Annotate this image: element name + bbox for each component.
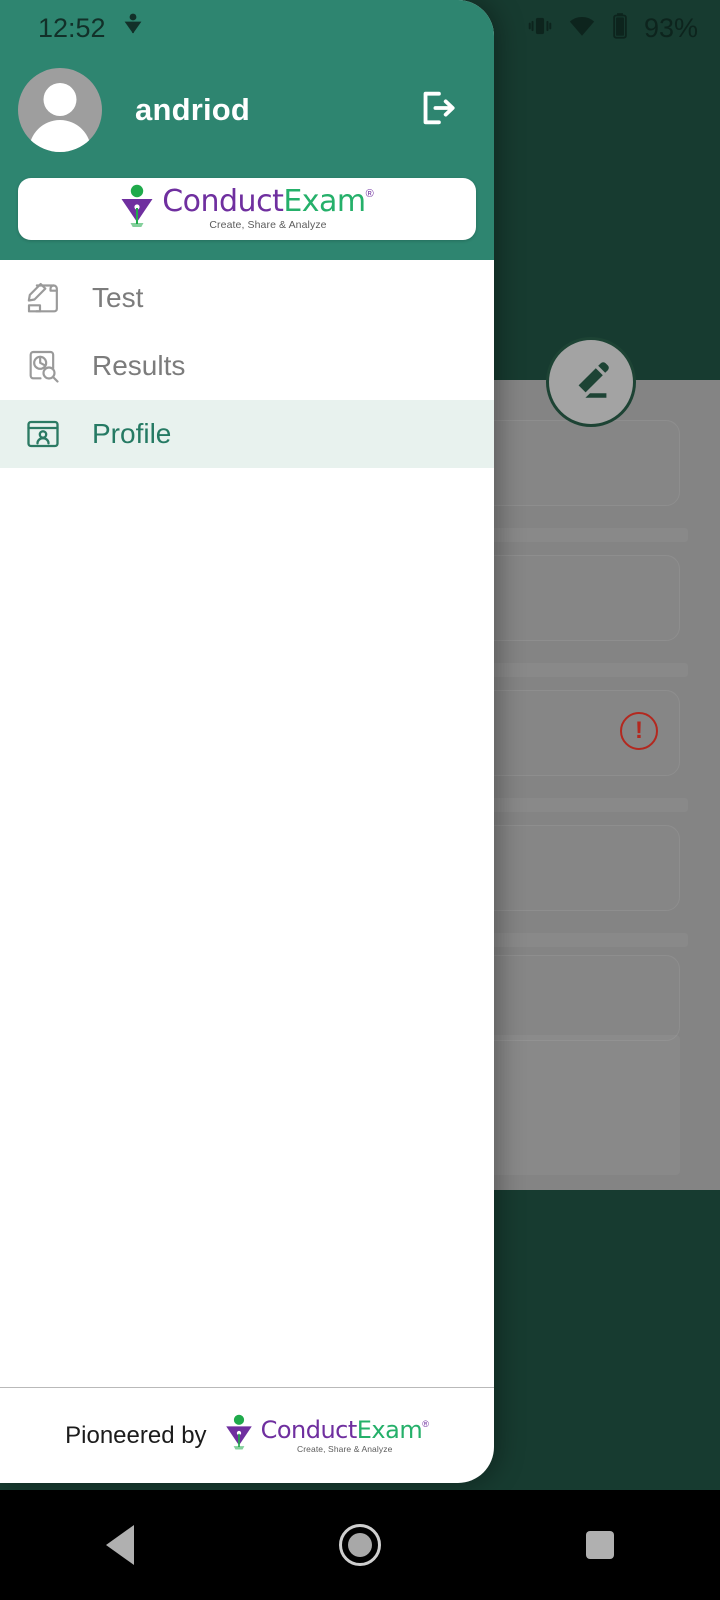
nav-home-icon [339,1524,381,1566]
edit-profile-fab[interactable] [546,337,636,427]
background-field-label [478,798,688,812]
drawer-status-bar-left: 12:52 [0,0,494,56]
conductexam-wordmark: Conduct Exam ® Create, Share & Analyze [162,187,374,231]
test-scroll-pen-icon [20,278,66,318]
avatar-body [29,120,91,152]
menu-item-label: Results [92,350,186,381]
background-input-field [470,555,680,641]
menu-item-label: Profile [92,418,172,449]
nav-back-icon [106,1525,134,1565]
nav-recents-icon [586,1531,614,1559]
nav-home-dot [348,1533,372,1557]
logo-word-conduct: Conduct [260,1415,358,1444]
drawer-menu: Test Results Profile [0,260,494,1387]
avatar [18,68,102,152]
drawer-header: 12:52 andriod Conduct Exam ® Create, Sha… [0,0,494,260]
logo-tagline: Create, Share & Analyze [297,1443,393,1454]
conductexam-logo-mark [120,184,154,235]
conductexam-notification-icon [122,13,144,44]
logo-registered-mark: ® [365,188,374,201]
menu-item-test[interactable]: Test [0,264,494,332]
drawer-footer: Pioneered by Conduct Exam ® Create, Shar… [0,1387,494,1483]
logo-word-conduct: Conduct [162,184,284,220]
logo-title-line: Conduct Exam ® [162,187,374,217]
vibrate-icon [526,12,554,45]
phone-screen: 93% ! 12:52 andriod Conduct Exam ® Creat… [0,0,720,1600]
logo-tagline: Create, Share & Analyze [209,219,327,232]
drawer-profile-row[interactable]: andriod [0,56,494,164]
menu-item-profile[interactable]: Profile [0,400,494,468]
clock-label: 12:52 [38,12,106,43]
logo-word-exam: Exam [356,1415,423,1444]
conductexam-logo: Conduct Exam ® Create, Share & Analyze [120,184,374,235]
background-input-field [470,955,680,1041]
drawer-logo-card: Conduct Exam ® Create, Share & Analyze [18,178,476,240]
edit-pencil-icon [567,356,615,409]
background-block-placeholder [470,1035,680,1175]
battery-icon [610,12,630,45]
nav-back-button[interactable] [75,1500,165,1590]
conductexam-logo-mark [225,1414,253,1457]
conductexam-wordmark: Conduct Exam ® Create, Share & Analyze [261,1418,429,1454]
username-label: andriod [135,92,251,127]
wifi-icon [568,12,596,45]
background-field-label [478,663,688,677]
nav-recents-button[interactable] [555,1500,645,1590]
logout-icon [416,86,460,135]
footer-conductexam-logo: Conduct Exam ® Create, Share & Analyze [225,1414,429,1457]
logo-word-exam: Exam [283,184,366,220]
results-chart-search-icon [20,346,66,386]
avatar-head [43,83,77,116]
background-field-label [478,933,688,947]
pioneered-by-label: Pioneered by [65,1421,207,1449]
battery-percentage-label: 93% [643,12,698,43]
menu-item-label: Test [92,282,144,313]
logout-button[interactable] [410,82,466,138]
menu-item-results[interactable]: Results [0,332,494,400]
logo-title-line: Conduct Exam ® [261,1418,429,1442]
background-field-label [478,528,688,542]
error-exclamation-icon: ! [620,712,658,750]
background-input-field [470,825,680,911]
background-input-field [470,420,680,506]
profile-card-icon [20,414,66,454]
error-mark: ! [635,717,643,744]
logo-registered-mark: ® [422,1418,429,1429]
navigation-drawer: 12:52 andriod Conduct Exam ® Create, Sha… [0,0,494,1483]
android-navigation-bar [0,1490,720,1600]
nav-home-button[interactable] [315,1500,405,1590]
